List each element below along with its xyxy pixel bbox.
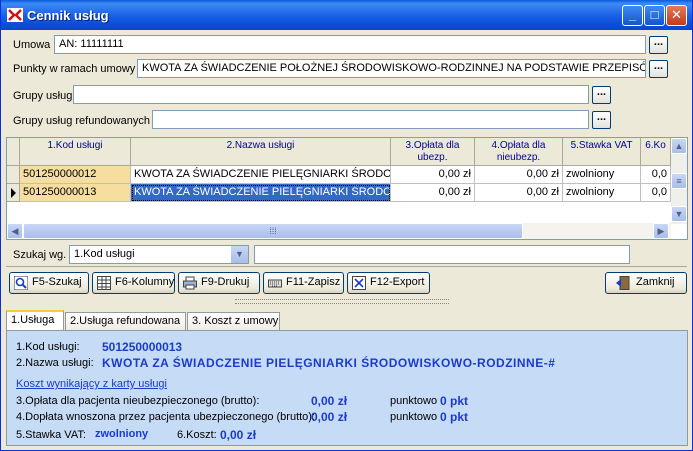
detail-op3-label: 3.Opłata dla pacjenta nieubezpieczonego … xyxy=(16,395,260,407)
column-header-nazwa[interactable]: 2.Nazwa usługi xyxy=(131,138,391,166)
table-row-vat[interactable]: zwolniony xyxy=(563,184,641,202)
magnifier-icon xyxy=(14,276,28,290)
table-row-kod[interactable]: 501250000012 xyxy=(20,166,131,184)
scroll-thumb[interactable]: ≡ xyxy=(671,173,687,189)
row-indicator-current[interactable] xyxy=(7,184,20,202)
window-title: Cennik usług xyxy=(27,8,109,23)
tab-koszt-z-umowy[interactable]: 3. Koszt z umowy xyxy=(187,312,280,331)
table-row-oplata-nieubezp[interactable]: 0,00 zł xyxy=(475,166,563,184)
title-bar[interactable]: Cennik usług _ □ ✕ xyxy=(1,0,692,30)
search-button[interactable]: F5-Szukaj xyxy=(9,272,89,294)
detail-vat-label: 5.Stawka VAT: xyxy=(16,429,86,441)
detail-op3-pkt-value: 0 pkt xyxy=(440,394,469,408)
table-row-vat[interactable]: zwolniony xyxy=(563,166,641,184)
scroll-right-icon[interactable]: ▶ xyxy=(653,223,669,239)
tab-usluga-refundowana[interactable]: 2.Usługa refundowana xyxy=(65,312,186,331)
current-row-arrow-icon xyxy=(11,188,16,198)
close-window-button-label: Zamknij xyxy=(636,276,675,288)
punkty-browse-button[interactable]: ... xyxy=(649,60,668,78)
detail-op3-pkt-label: punktowo xyxy=(390,395,438,407)
columns-button[interactable]: F6-Kolumny xyxy=(92,272,175,294)
grupy-browse-button[interactable]: ... xyxy=(592,86,611,104)
columns-icon xyxy=(97,276,111,290)
row-indicator[interactable] xyxy=(7,166,20,184)
column-header-koszt[interactable]: 6.Ko xyxy=(641,138,671,166)
divider xyxy=(6,266,687,267)
keyboard-icon xyxy=(268,279,282,288)
detail-panel: 1.Kod usługi: 501250000013 2.Nazwa usług… xyxy=(6,330,688,446)
search-field-select[interactable]: 1.Kod usługi ▼ xyxy=(69,245,249,264)
umowa-field[interactable]: AN: 11111111 xyxy=(54,35,646,54)
detail-vat-value: zwolniony xyxy=(95,428,149,440)
export-icon xyxy=(352,276,366,290)
main-window: Cennik usług _ □ ✕ Umowa AN: 11111111 ..… xyxy=(0,0,693,451)
detail-kod-label: 1.Kod usługi: xyxy=(16,341,80,353)
detail-nazwa-label: 2.Nazwa usługi: xyxy=(16,357,94,369)
grupy-label: Grupy usług xyxy=(13,90,73,102)
app-logo-icon xyxy=(7,8,23,22)
printer-icon xyxy=(183,276,197,290)
punkty-field[interactable]: KWOTA ZA ŚWIADCZENIE POŁOŻNEJ ŚRODOWISKO… xyxy=(137,59,646,78)
detail-nazwa-value: KWOTA ZA ŚWIADCZENIE PIELĘGNIARKI ŚRODOW… xyxy=(102,356,556,370)
search-input[interactable] xyxy=(254,245,630,264)
grid-vertical-scrollbar[interactable]: ▲ ≡ ▼ xyxy=(671,138,687,224)
grid-horizontal-scrollbar[interactable]: ◀ ⁞⁞⁞ ▶ xyxy=(7,223,671,239)
column-header-kod[interactable]: 1.Kod usługi xyxy=(20,138,131,166)
column-header-vat[interactable]: 5.Stawka VAT xyxy=(563,138,641,166)
grupy-ref-browse-button[interactable]: ... xyxy=(592,111,611,129)
detail-op3-value: 0,00 zł xyxy=(311,394,348,408)
grid-corner xyxy=(7,138,20,166)
export-button-label: F12-Export xyxy=(370,276,425,288)
scroll-down-icon[interactable]: ▼ xyxy=(671,206,687,222)
tab-usluga[interactable]: 1.Usługa xyxy=(6,310,64,332)
close-button[interactable]: ✕ xyxy=(666,5,687,26)
table-row-nazwa-selected[interactable]: KWOTA ZA ŚWIADCZENIE PIELĘGNIARKI ŚRODOW… xyxy=(131,184,391,202)
grupy-field[interactable] xyxy=(73,85,589,104)
column-header-oplata-nieubezp[interactable]: 4.Opłata dla nieubezp. xyxy=(475,138,563,166)
scroll-left-icon[interactable]: ◀ xyxy=(7,223,23,239)
umowa-browse-button[interactable]: ... xyxy=(649,36,668,54)
table-row-nazwa[interactable]: KWOTA ZA ŚWIADCZENIE PIELĘGNIARKI ŚRODOW… xyxy=(131,166,391,184)
detail-op4-pkt-value: 0 pkt xyxy=(440,410,469,424)
search-label: Szukaj wg. xyxy=(13,249,67,261)
table-row-kod[interactable]: 501250000013 xyxy=(20,184,131,202)
maximize-button[interactable]: □ xyxy=(644,5,665,26)
table-row-koszt[interactable]: 0,0 xyxy=(641,184,671,202)
save-button[interactable]: F11-Zapisz xyxy=(263,272,344,294)
column-header-oplata-ubezp[interactable]: 3.Opłata dla ubezp. xyxy=(391,138,475,166)
minimize-button[interactable]: _ xyxy=(622,5,643,26)
umowa-label: Umowa xyxy=(13,39,51,51)
export-button[interactable]: F12-Export xyxy=(347,272,430,294)
save-button-label: F11-Zapisz xyxy=(286,276,341,288)
splitter-handle[interactable] xyxy=(235,299,449,304)
table-row-oplata-nieubezp[interactable]: 0,00 zł xyxy=(475,184,563,202)
detail-kod-value: 501250000013 xyxy=(102,340,183,354)
print-button-label: F9-Drukuj xyxy=(201,276,250,288)
close-window-button[interactable]: Zamknij xyxy=(605,272,687,294)
table-row-koszt[interactable]: 0,0 xyxy=(641,166,671,184)
table-row-oplata-ubezp[interactable]: 0,00 zł xyxy=(391,184,475,202)
columns-button-label: F6-Kolumny xyxy=(115,276,175,288)
chevron-down-icon[interactable]: ▼ xyxy=(231,246,248,263)
services-grid[interactable]: 1.Kod usługi 2.Nazwa usługi 3.Opłata dla… xyxy=(6,137,688,240)
punkty-label: Punkty w ramach umowy xyxy=(13,63,136,75)
detail-op4-value: 0,00 zł xyxy=(311,410,348,424)
print-button[interactable]: F9-Drukuj xyxy=(178,272,260,294)
exit-door-icon xyxy=(616,276,630,290)
detail-op4-label: 4.Dopłata wnoszona przez pacjenta ubezpi… xyxy=(16,411,316,423)
search-field-select-value: 1.Kod usługi xyxy=(74,248,135,260)
grupy-ref-field[interactable] xyxy=(152,110,589,129)
search-button-label: F5-Szukaj xyxy=(32,276,82,288)
scroll-up-icon[interactable]: ▲ xyxy=(671,138,687,154)
detail-koszt-label: 6.Koszt: xyxy=(177,429,217,441)
detail-koszt-value: 0,00 zł xyxy=(220,428,257,442)
detail-op4-pkt-label: punktowo xyxy=(390,411,438,423)
scroll-thumb-horizontal[interactable]: ⁞⁞⁞ xyxy=(23,223,523,239)
table-row-oplata-ubezp[interactable]: 0,00 zł xyxy=(391,166,475,184)
detail-koszt-heading: Koszt wynikający z karty usługi xyxy=(16,378,167,390)
grupy-ref-label: Grupy usług refundowanych xyxy=(13,115,150,127)
